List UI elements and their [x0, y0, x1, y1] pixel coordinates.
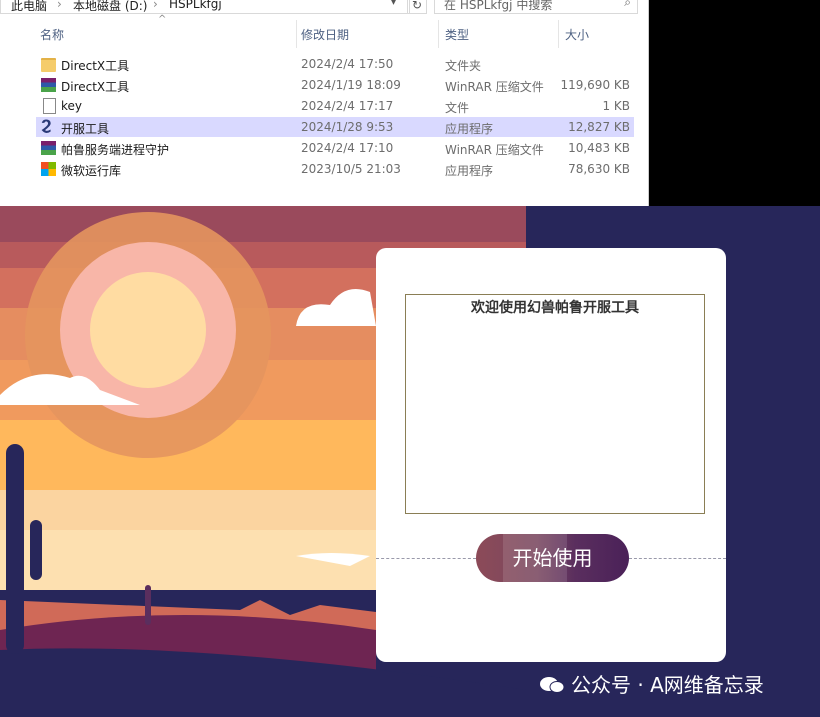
file-date: 2024/1/19 18:09	[301, 78, 401, 92]
file-type: WinRAR 压缩文件	[445, 143, 544, 157]
file-type: 应用程序	[445, 122, 494, 136]
start-button-label: 开始使用	[512, 546, 593, 570]
breadcrumb-this-pc[interactable]: 此电脑	[11, 0, 47, 14]
file-size: 10,483 KB	[568, 141, 630, 155]
file-size: 1 KB	[602, 99, 630, 113]
file-type: 文件夹	[445, 59, 482, 73]
breadcrumb-folder[interactable]: HSPLkfgj	[169, 0, 222, 11]
file-date: 2024/1/28 9:53	[301, 120, 394, 134]
search-input[interactable]: 在 HSPLkfgj 中搜索 ⌕	[434, 0, 638, 14]
file-row[interactable]: DirectX工具 2024/1/19 18:09 WinRAR 压缩文件 11…	[36, 75, 634, 95]
file-type: 应用程序	[445, 164, 494, 178]
file-row[interactable]: key 2024/2/4 17:17 文件 1 KB	[36, 96, 634, 116]
file-date: 2024/2/4 17:10	[301, 141, 394, 155]
welcome-message-box: 欢迎使用幻兽帕鲁开服工具	[405, 294, 705, 514]
file-row[interactable]: 微软运行库 2023/10/5 21:03 应用程序 78,630 KB	[36, 159, 634, 179]
dashed-divider	[376, 558, 476, 559]
watermark-text: 公众号 · A网维备忘录	[571, 673, 764, 697]
file-size: 12,827 KB	[568, 120, 630, 134]
start-button[interactable]: 开始使用	[476, 534, 629, 582]
file-name: key	[61, 99, 83, 113]
dashed-divider	[629, 558, 726, 559]
search-placeholder: 在 HSPLkfgj 中搜索	[444, 0, 553, 12]
winrar-archive-icon	[41, 78, 56, 92]
file-date: 2023/10/5 21:03	[301, 162, 401, 176]
column-divider[interactable]	[296, 20, 297, 48]
column-header-date[interactable]: 修改日期	[301, 24, 349, 46]
folder-icon	[41, 58, 56, 72]
file-name: 帕鲁服务端进程守护	[61, 143, 170, 157]
file-name: 开服工具	[61, 122, 110, 136]
file-name: 微软运行库	[61, 164, 122, 178]
winrar-archive-icon	[41, 141, 56, 155]
chevron-down-icon[interactable]: ▾	[391, 0, 396, 8]
breadcrumb-separator: ›	[153, 0, 158, 11]
column-divider[interactable]	[438, 20, 439, 48]
search-icon[interactable]: ⌕	[624, 0, 631, 10]
windows-icon	[41, 162, 56, 176]
column-header-name[interactable]: 名称	[40, 24, 64, 46]
wechat-icon	[540, 677, 565, 693]
breadcrumb-separator: ›	[57, 0, 62, 11]
file-icon	[43, 98, 56, 114]
file-size: 78,630 KB	[568, 162, 630, 176]
file-name: DirectX工具	[61, 59, 130, 73]
tool-app-icon: Ϩ	[41, 118, 52, 134]
file-explorer-window: 此电脑 › 本地磁盘 (D:) › HSPLkfgj ▾ ↻ 在 HSPLkfg…	[0, 0, 649, 206]
file-row[interactable]: DirectX工具 2024/2/4 17:50 文件夹	[36, 54, 634, 74]
file-row-selected[interactable]: Ϩ 开服工具 2024/1/28 9:53 应用程序 12,827 KB	[36, 117, 634, 137]
address-bar[interactable]: 此电脑 › 本地磁盘 (D:) › HSPLkfgj ▾	[0, 0, 410, 14]
column-header-size[interactable]: 大小	[565, 24, 589, 46]
refresh-icon[interactable]: ↻	[407, 0, 427, 14]
watermark: 公众号 · A网维备忘录	[539, 671, 764, 699]
file-size: 119,690 KB	[560, 78, 630, 92]
file-name: DirectX工具	[61, 80, 130, 94]
column-header-type[interactable]: 类型	[445, 24, 469, 46]
column-divider[interactable]	[558, 20, 559, 48]
file-type: 文件	[445, 101, 470, 115]
launcher-app-window: 欢迎使用幻兽帕鲁开服工具 开始使用	[376, 248, 726, 662]
file-type: WinRAR 压缩文件	[445, 80, 544, 94]
file-row[interactable]: 帕鲁服务端进程守护 2024/2/4 17:10 WinRAR 压缩文件 10,…	[36, 138, 634, 158]
sort-ascending-icon: ^	[158, 14, 167, 25]
breadcrumb-drive[interactable]: 本地磁盘 (D:)	[73, 0, 147, 14]
file-date: 2024/2/4 17:50	[301, 57, 394, 71]
file-date: 2024/2/4 17:17	[301, 99, 394, 113]
welcome-text: 欢迎使用幻兽帕鲁开服工具	[471, 300, 639, 316]
